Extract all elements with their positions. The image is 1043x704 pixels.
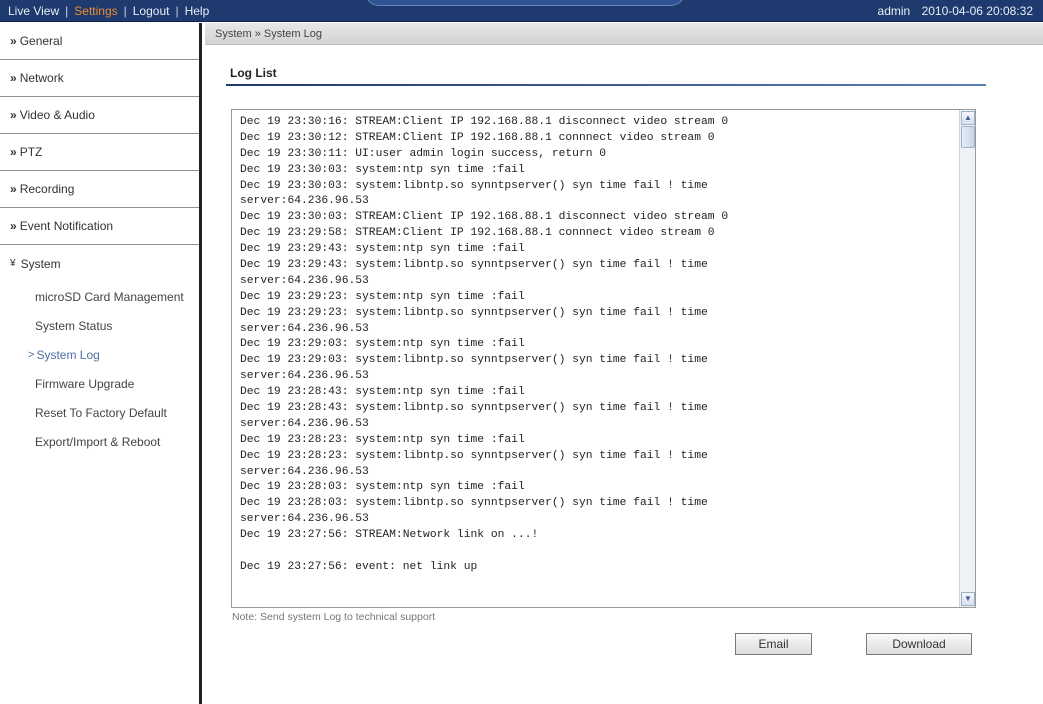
sidebar-item-recording[interactable]: » Recording	[0, 171, 199, 208]
top-nav: Live View | Settings | Logout | Help	[8, 4, 209, 18]
log-line: Dec 19 23:30:11: UI:user admin login suc…	[240, 147, 607, 160]
log-line: Dec 19 23:28:03: system:libntp.so synntp…	[240, 497, 708, 510]
current-datetime: 2010-04-06 20:08:32	[921, 4, 1033, 18]
log-lines: Dec 19 23:30:16: STREAM:Client IP 192.16…	[240, 115, 945, 576]
breadcrumb: System » System Log	[205, 23, 1043, 45]
sidebar-item-label: Recording	[19, 182, 75, 196]
log-line: Dec 19 23:28:23: system:ntp syn time :fa…	[240, 433, 525, 446]
current-caret-icon: >	[28, 348, 35, 361]
sidebar-item-label: Video & Audio	[19, 108, 95, 122]
chevron-right-icon: »	[10, 219, 17, 233]
download-button[interactable]: Download	[866, 633, 972, 655]
sidebar-item-ptz[interactable]: » PTZ	[0, 134, 199, 171]
sidebar-item-label: System	[20, 256, 61, 271]
log-line: Dec 19 23:28:43: system:libntp.so synntp…	[240, 402, 708, 415]
nav-settings[interactable]: Settings	[74, 4, 117, 18]
log-line: server:64.236.96.53	[240, 513, 369, 526]
chevron-right-icon: »	[10, 182, 17, 196]
log-line: Dec 19 23:29:23: system:libntp.so synntp…	[240, 306, 708, 319]
log-scrollbar[interactable]: ▲ ▼	[959, 110, 975, 607]
nav-live-view[interactable]: Live View	[8, 4, 59, 18]
chevron-right-icon: »	[10, 108, 17, 122]
email-button[interactable]: Email	[735, 633, 812, 655]
chevron-right-icon: »	[10, 71, 17, 85]
arrow-up-icon[interactable]: ▲	[961, 111, 975, 125]
sidebar-item-system[interactable]: ¥ System	[0, 245, 199, 282]
log-line: Dec 19 23:30:03: STREAM:Client IP 192.16…	[240, 211, 729, 224]
chevron-right-icon: »	[10, 145, 17, 159]
log-line: Dec 19 23:29:43: system:ntp syn time :fa…	[240, 243, 525, 256]
chevron-right-icon: »	[10, 34, 17, 48]
nav-logout[interactable]: Logout	[133, 4, 170, 18]
top-bar: Live View | Settings | Logout | Help admin 201…	[0, 0, 1043, 22]
log-line: Dec 19 23:28:23: system:libntp.so synntp…	[240, 449, 708, 462]
sidebar-item-general[interactable]: » General	[0, 23, 199, 60]
log-line: server:64.236.96.53	[240, 322, 369, 335]
log-line: Dec 19 23:30:16: STREAM:Client IP 192.16…	[240, 116, 729, 128]
sidebar-subitem-export-import-reboot[interactable]: Export/Import & Reboot	[0, 427, 199, 456]
log-line: server:64.236.96.53	[240, 195, 369, 208]
sidebar-item-video-audio[interactable]: » Video & Audio	[0, 97, 199, 134]
chevron-down-icon: ¥	[10, 258, 16, 269]
sidebar-subitem-factory-reset[interactable]: Reset To Factory Default	[0, 398, 199, 427]
sidebar: » General » Network » Video & Audio » PT…	[0, 23, 202, 704]
nav-separator: |	[175, 4, 179, 18]
log-line: Dec 19 23:29:58: STREAM:Client IP 192.16…	[240, 227, 715, 240]
sidebar-item-event-notification[interactable]: » Event Notification	[0, 208, 199, 245]
log-line: Dec 19 23:27:56: event: net link up	[240, 560, 478, 573]
current-user: admin	[877, 4, 911, 18]
sidebar-item-label: General	[19, 34, 63, 48]
log-line: Dec 19 23:28:03: system:ntp syn time :fa…	[240, 481, 525, 494]
log-line: server:64.236.96.53	[240, 465, 369, 478]
section-title: Log List	[230, 66, 277, 80]
sidebar-item-label: Event Notification	[19, 219, 114, 233]
log-line: Dec 19 23:30:03: system:ntp syn time :fa…	[240, 163, 525, 176]
support-note: Note: Send system Log to technical suppo…	[232, 611, 436, 623]
sidebar-subitem-microsd[interactable]: microSD Card Management	[0, 282, 199, 311]
log-line: Dec 19 23:27:56: STREAM:Network link on …	[240, 529, 539, 542]
section-divider	[226, 84, 986, 86]
log-line: Dec 19 23:30:03: system:libntp.so synntp…	[240, 179, 708, 192]
sidebar-item-network[interactable]: » Network	[0, 60, 199, 97]
log-line: Dec 19 23:29:03: system:ntp syn time :fa…	[240, 338, 525, 351]
sidebar-subitem-system-log[interactable]: > System Log	[0, 340, 199, 369]
log-line: Dec 19 23:28:43: system:ntp syn time :fa…	[240, 386, 525, 399]
nav-help[interactable]: Help	[185, 4, 210, 18]
log-line: server:64.236.96.53	[240, 274, 369, 287]
log-line: Dec 19 23:29:43: system:libntp.so synntp…	[240, 259, 708, 272]
sidebar-subitem-firmware-upgrade[interactable]: Firmware Upgrade	[0, 369, 199, 398]
arrow-down-icon[interactable]: ▼	[961, 592, 975, 606]
log-list-box[interactable]: Dec 19 23:30:16: STREAM:Client IP 192.16…	[231, 109, 976, 608]
log-line: server:64.236.96.53	[240, 417, 369, 430]
log-line: Dec 19 23:29:23: system:ntp syn time :fa…	[240, 290, 525, 303]
nav-separator: |	[123, 4, 127, 18]
sidebar-subitem-system-status[interactable]: System Status	[0, 311, 199, 340]
log-line: Dec 19 23:30:12: STREAM:Client IP 192.16…	[240, 131, 715, 144]
scrollbar-thumb[interactable]	[961, 126, 975, 148]
sidebar-item-label: Network	[19, 71, 64, 85]
header-decoration	[365, 0, 685, 6]
session-info: admin 2010-04-06 20:08:32	[870, 4, 1033, 18]
log-line: Dec 19 23:29:03: system:libntp.so synntp…	[240, 354, 708, 367]
sidebar-item-label: PTZ	[19, 145, 43, 159]
sidebar-subitem-label: System Log	[36, 347, 100, 362]
nav-separator: |	[65, 4, 69, 18]
log-line: server:64.236.96.53	[240, 370, 369, 383]
